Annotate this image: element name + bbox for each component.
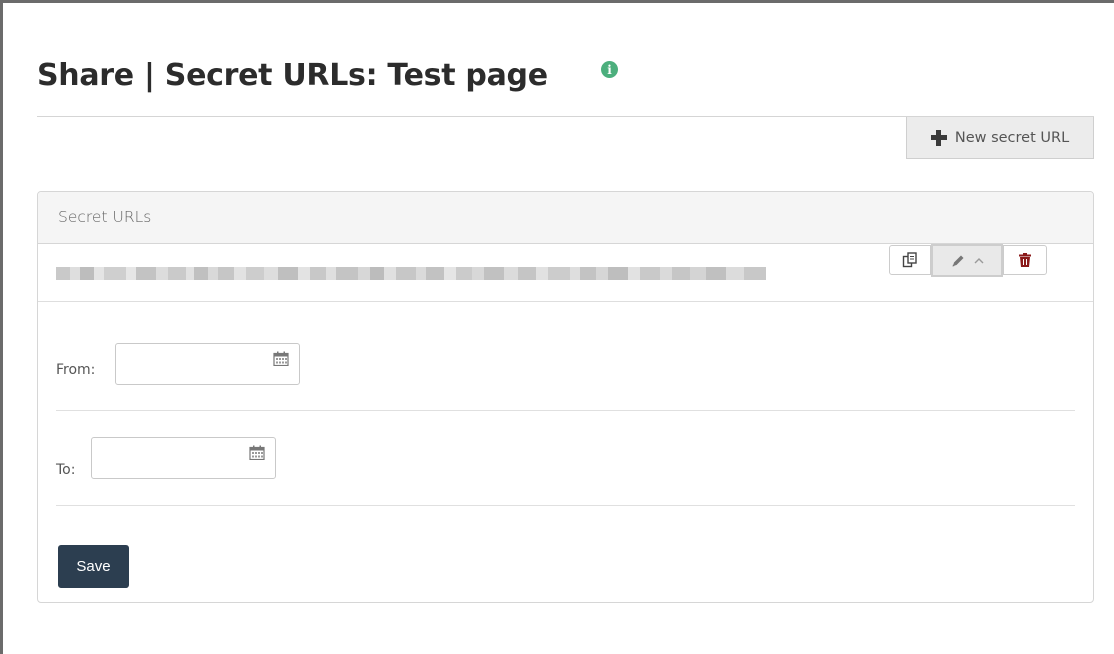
calendar-icon[interactable] xyxy=(249,445,265,460)
to-date-input[interactable] xyxy=(92,438,275,478)
from-date-field[interactable] xyxy=(115,343,300,385)
to-date-field[interactable] xyxy=(91,437,276,479)
from-row: From: xyxy=(56,302,1075,411)
info-circle-icon[interactable]: i xyxy=(601,61,618,78)
copy-icon xyxy=(902,252,917,268)
save-button[interactable]: Save xyxy=(58,545,129,588)
calendar-icon[interactable] xyxy=(273,351,289,366)
copy-url-button[interactable] xyxy=(889,245,931,275)
pencil-icon xyxy=(952,255,963,266)
panel-heading: Secret URLs xyxy=(38,192,1093,244)
page-title: Share | Secret URLs: Test page xyxy=(37,58,548,93)
secret-url-text[interactable] xyxy=(56,267,766,280)
new-secret-url-button[interactable]: New secret URL xyxy=(906,117,1094,159)
secret-urls-panel: Secret URLs From: To: Save xyxy=(37,191,1094,603)
from-label: From: xyxy=(56,362,96,378)
secret-url-row xyxy=(38,244,1093,302)
plus-icon xyxy=(930,129,947,146)
chevron-up-icon xyxy=(974,257,983,263)
url-row-actions xyxy=(889,244,1047,277)
trash-icon xyxy=(1019,253,1031,267)
delete-url-button[interactable] xyxy=(1003,245,1047,275)
to-label: To: xyxy=(56,462,76,478)
to-row: To: xyxy=(56,411,1075,506)
from-date-input[interactable] xyxy=(116,344,299,384)
edit-url-button[interactable] xyxy=(931,244,1003,277)
new-secret-url-label: New secret URL xyxy=(954,129,1070,146)
